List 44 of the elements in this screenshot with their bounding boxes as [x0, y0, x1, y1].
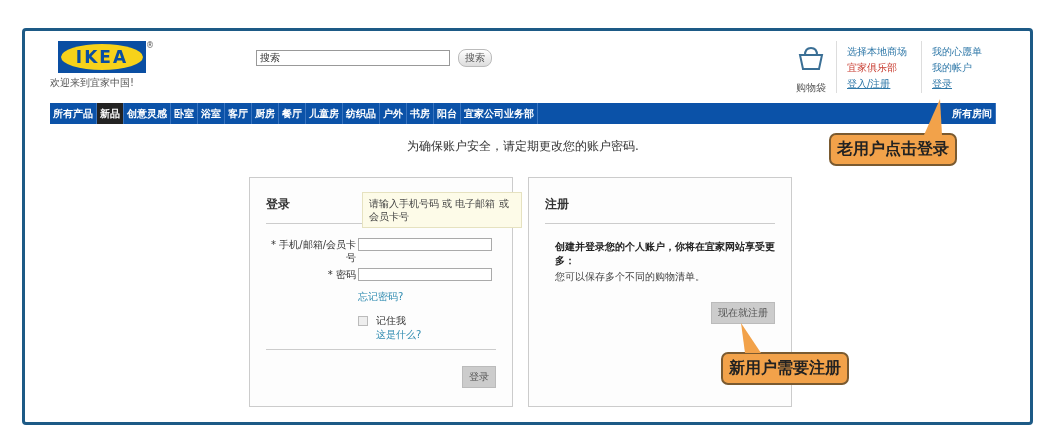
nav-item[interactable]: 厨房	[252, 103, 279, 124]
notice-text: 为确保账户安全，请定期更改您的账户密码.	[407, 138, 639, 155]
forgot-password-link[interactable]: 忘记密码?	[358, 291, 404, 302]
input-field[interactable]	[358, 268, 492, 281]
nav-item[interactable]: 卧室	[171, 103, 198, 124]
login-button[interactable]: 登录	[462, 366, 496, 388]
header-link[interactable]: 我的帐户	[932, 61, 982, 75]
nav-item[interactable]: 新品	[97, 103, 124, 124]
header-link[interactable]: 宜家俱乐部	[847, 61, 907, 75]
checkbox[interactable]	[358, 316, 368, 326]
tooltip: 请输入手机号码 或 电子邮箱 或会员卡号	[362, 192, 522, 228]
nav-item[interactable]: 纺织品	[343, 103, 380, 124]
nav-item[interactable]: 创意灵感	[124, 103, 171, 124]
shopping-bag-icon[interactable]	[798, 45, 824, 71]
nav-item[interactable]: 餐厅	[279, 103, 306, 124]
nav-item[interactable]: 户外	[380, 103, 407, 124]
nav-item[interactable]: 阳台	[434, 103, 461, 124]
logo[interactable]: IKEA	[58, 41, 146, 73]
cart-label[interactable]: 购物袋	[796, 81, 826, 95]
nav-item[interactable]: 书房	[407, 103, 434, 124]
field-label: * 密码	[326, 268, 356, 281]
nav-item[interactable]: 儿童房	[306, 103, 343, 124]
registered-mark: ®	[146, 41, 154, 50]
welcome-text: 欢迎来到宜家中国!	[50, 76, 135, 90]
search-button[interactable]: 搜索	[458, 49, 492, 67]
callout-pointer	[922, 99, 942, 135]
help-link[interactable]: 这是什么?	[376, 328, 422, 342]
register-lead: 创建并登录您的个人账户，你将在宜家网站享受更多：	[555, 240, 775, 268]
register-button[interactable]: 现在就注册	[711, 302, 775, 324]
header-link[interactable]: 选择本地商场	[847, 45, 907, 59]
nav-item[interactable]: 客厅	[225, 103, 252, 124]
header-link[interactable]: 登录	[932, 77, 982, 91]
search-field[interactable]: 搜索	[256, 50, 450, 66]
header-link[interactable]: 登入/注册	[847, 77, 907, 91]
nav-item[interactable]: 浴室	[198, 103, 225, 124]
input-field[interactable]	[358, 238, 492, 251]
nav-item[interactable]: 所有房间	[949, 103, 996, 124]
panel-title: 注册	[545, 192, 775, 224]
register-text: 您可以保存多个不同的购物清单。	[555, 270, 706, 284]
field-label: * 手机/邮箱/会员卡号	[270, 238, 356, 264]
nav-item[interactable]: 宜家公司业务部	[461, 103, 538, 124]
callout-pointer	[741, 323, 761, 353]
checkbox-label: 记住我	[376, 314, 407, 328]
header-link[interactable]: 我的心愿单	[932, 45, 982, 59]
